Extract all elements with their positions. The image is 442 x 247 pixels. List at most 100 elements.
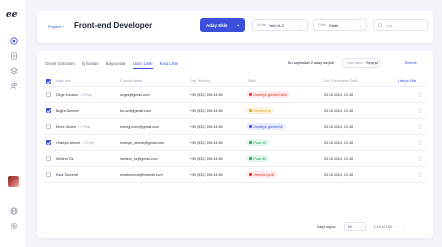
candidate-email: esratosverdi@hotmail.com xyxy=(120,172,163,177)
tab-bar: Genel Görünüm İş İlanları Başvurular Uzu… xyxy=(45,61,178,69)
document-icon[interactable] xyxy=(9,51,18,60)
more-options-icon[interactable]: ⋮ xyxy=(418,140,422,145)
candidate-name[interactable]: Emre Güven • 2 Proje xyxy=(56,125,90,129)
table-row[interactable]: Meltem Öz meltem_oz@gmail.com +90 (532) … xyxy=(43,151,427,167)
col-status[interactable]: Statü xyxy=(248,79,256,83)
app-logo[interactable]: ee xyxy=(6,10,17,20)
search-input[interactable]: Ara xyxy=(373,19,428,31)
bulk-action-label: Toplu işlem xyxy=(346,61,363,65)
page-range: 1-10 of 100 xyxy=(373,224,392,229)
candidate-email: emreg.uven@gmail.com xyxy=(120,124,160,129)
status-badge: İncelemiyor xyxy=(246,107,274,114)
col-email[interactable]: E-posta Adresi xyxy=(120,79,142,83)
candidate-email: huseyin_ahmet@gmail.com xyxy=(120,140,165,145)
status-badge: Yetersiz içerik xyxy=(246,171,278,178)
table-row[interactable]: Özge Kocaca • 2 Proje ozgek@gmail.com +90… xyxy=(43,87,427,103)
more-options-icon[interactable]: ⋮ xyxy=(418,172,422,177)
candidate-name[interactable]: Buğra Demirel xyxy=(56,109,81,113)
rows-per-page-value: 10 xyxy=(347,224,352,229)
tab-overview[interactable]: Genel Görünüm xyxy=(45,61,75,69)
chevron-down-icon: ⌄ xyxy=(299,23,303,28)
project-count: • 4 Proje xyxy=(82,140,95,145)
next-page-button[interactable]: › xyxy=(403,224,404,229)
candidate-list-card: Genel Görünüm İş İlanları Başvurular Uzu… xyxy=(37,51,433,238)
more-options-icon[interactable]: ⋮ xyxy=(418,108,422,113)
table-header: Aday İsmi E-posta Adresi Cep Telefonu St… xyxy=(43,76,427,87)
header-bar: Projeler / Front-end Developer Aday Ekle… xyxy=(37,11,433,43)
status-badge: Puan 80 xyxy=(246,155,270,162)
tab-short-list[interactable]: Kısa Liste xyxy=(160,61,178,69)
updated-date: 03.10.2023, 21:45 xyxy=(324,172,353,177)
row-checkbox[interactable] xyxy=(46,92,51,97)
candidate-name[interactable]: Hüseyin Ahmet • 4 Proje xyxy=(56,141,94,145)
tab-long-list[interactable]: Uzun Liste xyxy=(132,61,153,69)
table-row[interactable]: Emre Güven • 2 Proje emreg.uven@gmail.com… xyxy=(43,119,427,135)
chevron-down-icon: ⌄ xyxy=(372,61,376,66)
chevron-down-icon: ⌄ xyxy=(236,22,240,27)
layers-icon[interactable] xyxy=(9,66,18,75)
chevron-down-icon: ⌄ xyxy=(358,23,362,28)
sort-select[interactable]: Sırala İsim A-Z ⌄ xyxy=(252,19,308,31)
candidate-phone: +90 (532) 255 44 66 xyxy=(190,156,223,161)
filter-label: Filtre xyxy=(318,23,326,27)
status-dot xyxy=(249,93,252,96)
table-row[interactable]: Buğra Demirel bu.ozd@gmail.com +90 (532)… xyxy=(43,103,427,119)
col-phone[interactable]: Cep Telefonu xyxy=(190,79,210,83)
status-dot xyxy=(249,109,252,112)
row-checkbox[interactable] xyxy=(46,140,51,145)
tab-job-posts[interactable]: İş İlanları xyxy=(82,61,99,69)
breadcrumb[interactable]: Projeler / xyxy=(48,24,64,29)
candidate-email: bu.ozd@gmail.com xyxy=(120,108,151,113)
pagination: Kayıt sayısı 10 ⌄ 1-10 of 100 ‹ › xyxy=(317,222,404,231)
avatar[interactable] xyxy=(8,176,19,187)
row-checkbox[interactable] xyxy=(46,156,51,161)
sort-label: Sırala xyxy=(257,23,267,27)
more-options-icon[interactable]: ⋮ xyxy=(418,92,422,97)
updated-date: 03.10.2023, 21:45 xyxy=(324,108,353,113)
table-row[interactable]: Hüseyin Ahmet • 4 Proje huseyin_ahmet@gma… xyxy=(43,135,427,151)
status-dot xyxy=(249,173,252,176)
add-candidate-button[interactable]: Aday Ekle ⌄ xyxy=(200,18,245,32)
table-row[interactable]: Esra Tosverdi esratosverdi@hotmail.com +… xyxy=(43,167,427,183)
settings-icon[interactable] xyxy=(9,221,18,230)
globe-icon[interactable] xyxy=(9,206,18,215)
candidate-name[interactable]: Meltem Öz xyxy=(56,157,75,161)
chevron-down-icon: ⌄ xyxy=(358,224,362,229)
row-checkbox[interactable] xyxy=(46,108,51,113)
users-icon[interactable] xyxy=(9,81,18,90)
add-candidate-label: Aday Ekle xyxy=(206,22,228,28)
candidate-email: meltem_oz@gmail.com xyxy=(120,156,158,161)
search-placeholder: Ara xyxy=(386,22,393,28)
candidate-phone: +90 (532) 255 44 66 xyxy=(190,124,223,129)
status-dot xyxy=(249,157,252,160)
search-icon xyxy=(378,22,383,28)
updated-date: 03.10.2023, 21:45 xyxy=(324,140,353,145)
filter-select[interactable]: Filtre Statü ⌄ xyxy=(313,19,367,31)
status-badge: Davetiye gönderildi xyxy=(246,123,286,130)
row-checkbox[interactable] xyxy=(46,172,51,177)
clear-link[interactable]: Temizle xyxy=(404,61,417,65)
status-badge: Puan 25 xyxy=(246,139,270,146)
col-date[interactable]: Son Güncelleme Tarihi xyxy=(324,79,358,83)
select-all-checkbox[interactable] xyxy=(46,78,51,84)
page-title: Front-end Developer xyxy=(74,21,153,30)
add-to-list-link[interactable]: Listeye Ekle xyxy=(398,79,416,83)
candidate-email: ozgek@gmail.com xyxy=(120,92,150,97)
filter-value: Statü xyxy=(329,22,339,28)
bulk-action-select[interactable]: Toplu işlem Seçiniz ⌄ xyxy=(342,58,380,68)
row-checkbox[interactable] xyxy=(46,124,51,129)
project-count: • 2 Proje xyxy=(79,92,92,97)
candidate-phone: +90 (532) 255 44 66 xyxy=(190,172,223,177)
candidate-name[interactable]: Özge Kocaca • 2 Proje xyxy=(56,93,92,97)
col-name[interactable]: Aday İsmi xyxy=(56,79,71,83)
more-options-icon[interactable]: ⋮ xyxy=(418,156,422,161)
candidate-phone: +90 (532) 255 44 66 xyxy=(190,140,223,145)
target-icon[interactable] xyxy=(9,36,18,45)
more-options-icon[interactable]: ⋮ xyxy=(418,124,422,129)
rows-per-page-select[interactable]: 10 ⌄ xyxy=(343,222,366,231)
status-badge: Davetiye gönderilmedi xyxy=(246,91,291,98)
prev-page-button[interactable]: ‹ xyxy=(397,224,398,229)
candidate-name[interactable]: Esra Tosverdi xyxy=(56,173,80,177)
status-dot xyxy=(249,141,252,144)
tab-applications[interactable]: Başvurular xyxy=(106,61,126,69)
